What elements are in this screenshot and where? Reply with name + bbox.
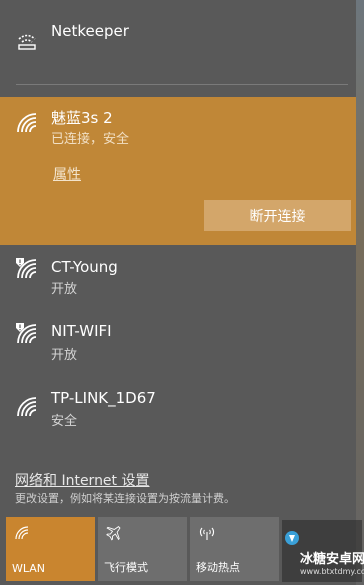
network-name: Netkeeper [51,22,129,40]
network-settings-description: 更改设置，例如将某连接设置为按流量计费。 [15,492,235,505]
network-flyout: Netkeeper 魅蓝3s 2 已连接，安全 属性 断开连接 CT-Young… [0,0,364,585]
wifi-signal-icon [17,397,37,417]
properties-link[interactable]: 属性 [53,164,81,184]
network-status: 安全 [51,414,78,429]
divider [16,84,348,85]
wifi-unsecured-icon [16,258,37,279]
network-settings-link[interactable]: 网络和 Internet 设置 [15,470,150,490]
airplane-icon [106,526,121,541]
wifi-signal-icon [17,113,37,133]
network-name: TP-LINK_1D67 [51,389,156,407]
background-edge [356,0,364,585]
wired-dialup-icon [18,34,36,50]
watermark-url: www.btxtdmy.com [300,567,364,576]
tile-label: WLAN [12,562,46,575]
network-item-netkeeper[interactable]: Netkeeper [0,0,356,84]
wifi-unsecured-icon [16,323,37,344]
disconnect-button[interactable]: 断开连接 [204,200,351,231]
network-status: 开放 [51,282,78,297]
mobile-hotspot-button[interactable]: 移动热点 [190,517,279,581]
tile-label: 移动热点 [196,561,240,574]
network-name: NIT-WIFI [51,322,112,340]
wifi-icon [15,526,29,540]
airplane-mode-button[interactable]: 飞行模式 [98,517,187,581]
tile-label: 飞行模式 [104,561,148,574]
watermark-logo-icon [285,531,299,545]
hotspot-icon [199,527,215,540]
network-status: 开放 [51,348,78,363]
watermark-title: 冰糖安卓网 [300,552,364,567]
network-status: 已连接，安全 [51,132,130,147]
network-name: 魅蓝3s 2 [51,109,113,127]
network-name: CT-Young [51,258,118,276]
wlan-toggle-button[interactable]: WLAN [6,517,95,581]
